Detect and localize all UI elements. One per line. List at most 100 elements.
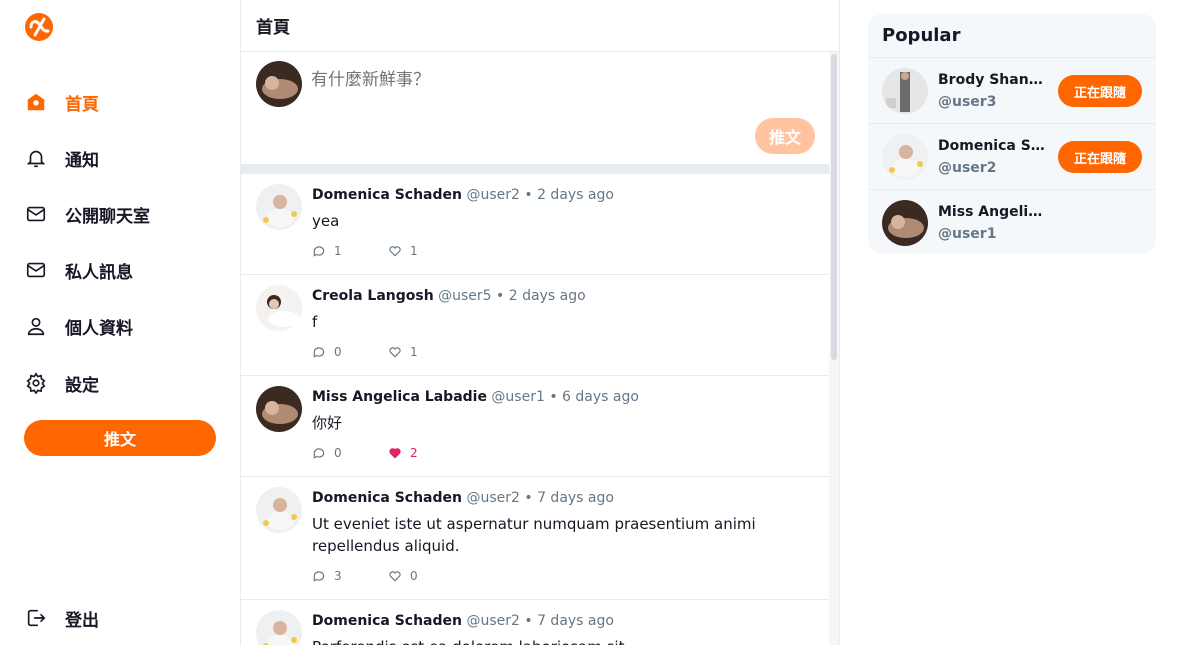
nav-label: 公開聊天室 (65, 206, 150, 227)
gear-icon (24, 371, 48, 395)
like-count: 1 (410, 345, 418, 359)
avatar[interactable] (256, 386, 302, 432)
compose-tweet-button[interactable]: 推文 (755, 118, 815, 154)
tweet-actions: 1 1 (312, 236, 814, 266)
popular-user-handle[interactable]: @user1 (938, 223, 1050, 245)
tweet-time: 2 days ago (537, 187, 614, 203)
comment-icon (312, 569, 326, 583)
feed-scrollbar[interactable] (829, 52, 839, 645)
nav-item-public-chat[interactable]: 公開聊天室 (24, 198, 150, 230)
tweet-item[interactable]: Domenica Schaden @user2 • 7 days ago Per… (241, 600, 829, 645)
separator-dot: • (524, 490, 533, 506)
tweet-time: 7 days ago (537, 613, 614, 629)
nav-label: 個人資料 (65, 318, 133, 339)
logo-icon[interactable] (24, 12, 54, 42)
like-button[interactable]: 1 (388, 345, 464, 359)
popular-user-name[interactable]: Domenica Sc... (938, 135, 1050, 157)
heart-icon (388, 569, 402, 583)
tweet-item[interactable]: Miss Angelica Labadie @user1 • 6 days ag… (241, 376, 829, 477)
popular-title: Popular (868, 14, 1156, 58)
tweet-author-name[interactable]: Domenica Schaden (312, 187, 462, 203)
tweet-actions: 0 1 (312, 337, 814, 367)
nav-item-home[interactable]: 首頁 (24, 86, 99, 118)
tweet-text: 你好 (312, 414, 343, 432)
tweet-item[interactable]: Creola Langosh @user5 • 2 days ago f 0 1 (241, 275, 829, 376)
reply-button[interactable]: 0 (312, 446, 388, 460)
main-column: 首頁 推文 Domenica Schaden @user2 • 2 days a… (240, 0, 840, 645)
tweet-time: 6 days ago (562, 389, 639, 405)
heart-filled-icon (388, 446, 402, 460)
tweet-text: yea (312, 212, 340, 230)
left-sidebar: 首頁 通知 公開聊天室 私人訊息 個人資料 設定 推文 登出 (0, 0, 240, 645)
popular-user-handle[interactable]: @user3 (938, 91, 1050, 113)
like-count: 0 (410, 569, 418, 583)
home-icon (24, 90, 48, 114)
reply-button[interactable]: 1 (312, 244, 388, 258)
tweet-author-name[interactable]: Domenica Schaden (312, 613, 462, 629)
nav-label: 設定 (65, 375, 99, 396)
nav-item-logout[interactable]: 登出 (24, 602, 99, 634)
reply-count: 0 (334, 345, 342, 359)
like-count: 1 (410, 244, 418, 258)
main-header: 首頁 (241, 0, 839, 52)
popular-user-name[interactable]: Miss Angelica... (938, 201, 1050, 223)
separator-dot: • (524, 613, 533, 629)
avatar[interactable] (256, 285, 302, 331)
tweet-text: Perferendis est ea dolorem laboriosam si… (312, 636, 814, 645)
popular-user-item[interactable]: Miss Angelica... @user1 (868, 190, 1156, 254)
scrollbar-thumb[interactable] (831, 54, 837, 360)
mail-icon (24, 258, 48, 282)
separator-dot: • (524, 187, 533, 203)
nav-label: 通知 (65, 150, 99, 171)
compose-input[interactable] (311, 70, 791, 90)
nav-item-profile[interactable]: 個人資料 (24, 310, 133, 342)
avatar[interactable] (256, 610, 302, 645)
reply-button[interactable]: 0 (312, 345, 388, 359)
user-icon (24, 314, 48, 338)
divider (241, 164, 829, 174)
following-button[interactable]: 正在跟隨 (1058, 141, 1142, 173)
avatar[interactable] (882, 67, 928, 114)
comment-icon (312, 345, 326, 359)
tweet-button[interactable]: 推文 (24, 420, 216, 456)
nav-item-messages[interactable]: 私人訊息 (24, 254, 133, 286)
tweet-feed: Domenica Schaden @user2 • 2 days ago yea… (241, 174, 829, 645)
tweet-author-name[interactable]: Creola Langosh (312, 288, 434, 304)
tweet-author-handle[interactable]: @user2 (466, 187, 519, 203)
avatar[interactable] (882, 200, 928, 246)
like-button[interactable]: 0 (388, 569, 464, 583)
avatar[interactable] (256, 487, 302, 533)
tweet-actions: 0 2 (312, 438, 814, 468)
tweet-author-handle[interactable]: @user2 (466, 613, 519, 629)
page-title: 首頁 (256, 18, 290, 38)
following-button[interactable]: 正在跟隨 (1058, 75, 1142, 107)
reply-button[interactable]: 3 (312, 569, 388, 583)
nav-label: 私人訊息 (65, 262, 133, 283)
tweet-author-handle[interactable]: @user2 (466, 490, 519, 506)
popular-user-item[interactable]: Brody Shana... @user3 正在跟隨 (868, 58, 1156, 124)
heart-icon (388, 345, 402, 359)
tweet-time: 7 days ago (537, 490, 614, 506)
avatar[interactable] (882, 133, 928, 180)
popular-user-item[interactable]: Domenica Sc... @user2 正在跟隨 (868, 124, 1156, 190)
nav-item-settings[interactable]: 設定 (24, 367, 99, 399)
nav-label: 登出 (65, 610, 99, 631)
avatar[interactable] (256, 184, 302, 230)
tweet-time: 2 days ago (508, 288, 586, 304)
tweet-author-handle[interactable]: @user1 (491, 389, 544, 405)
comment-icon (312, 446, 326, 460)
like-button[interactable]: 1 (388, 244, 464, 258)
tweet-item[interactable]: Domenica Schaden @user2 • 2 days ago yea… (241, 174, 829, 275)
tweet-author-name[interactable]: Miss Angelica Labadie (312, 389, 487, 405)
avatar[interactable] (256, 61, 302, 107)
heart-icon (388, 244, 402, 258)
reply-count: 0 (334, 446, 342, 460)
popular-user-name[interactable]: Brody Shana... (938, 69, 1050, 91)
tweet-author-name[interactable]: Domenica Schaden (312, 490, 462, 506)
like-button[interactable]: 2 (388, 446, 464, 460)
tweet-author-handle[interactable]: @user5 (438, 288, 491, 304)
nav-item-notifications[interactable]: 通知 (24, 142, 99, 174)
popular-user-handle[interactable]: @user2 (938, 157, 1050, 179)
tweet-item[interactable]: Domenica Schaden @user2 • 7 days ago Ut … (241, 477, 829, 600)
popular-panel: Popular Brody Shana... @user3 正在跟隨 Domen… (868, 14, 1156, 254)
